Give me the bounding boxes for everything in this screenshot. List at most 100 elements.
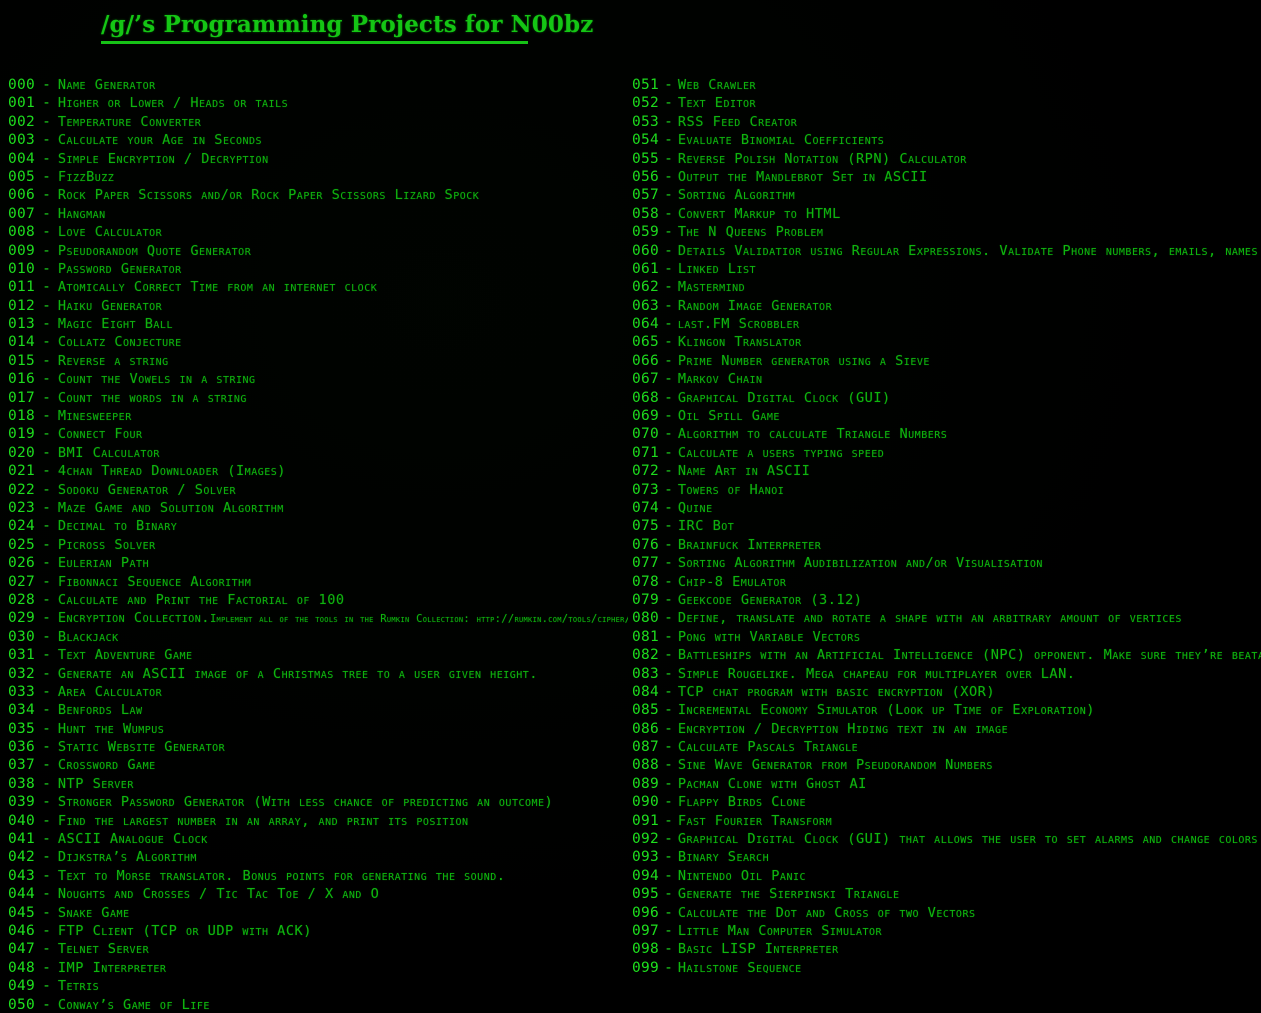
project-list-item[interactable]: 048- IMP Interpreter [8,958,628,976]
project-list-item[interactable]: 039- Stronger Password Generator (With le… [8,792,628,810]
project-list-item[interactable]: 080- Define, translate and rotate a shape… [632,608,1261,626]
project-list-item[interactable]: 000- Name Generator [8,75,628,93]
project-list-item[interactable]: 059- The N Queens Problem [632,222,1261,240]
project-list-item[interactable]: 002- Temperature Converter [8,112,628,130]
project-list-item[interactable]: 091- Fast Fourier Transform [632,811,1261,829]
project-list-item[interactable]: 049- Tetris [8,976,628,994]
project-list-item[interactable]: 083- Simple Rougelike. Mega chapeau for m… [632,664,1261,682]
project-list-item[interactable]: 035- Hunt the Wumpus [8,719,628,737]
project-list-item[interactable]: 032- Generate an ASCII image of a Christm… [8,664,628,682]
project-list-item[interactable]: 021-4chan Thread Downloader (Images) [8,461,628,479]
project-list-item[interactable]: 015- Reverse a string [8,351,628,369]
project-list-item[interactable]: 050- Conway’s Game of Life [8,995,628,1013]
project-list-item[interactable]: 067- Markov Chain [632,369,1261,387]
project-list-item[interactable]: 006- Rock Paper Scissors and/or Rock Pape… [8,185,628,203]
project-list-item[interactable]: 003- Calculate your Age in Seconds [8,130,628,148]
project-list-item[interactable]: 057- Sorting Algorithm [632,185,1261,203]
project-list-item[interactable]: 081- Pong with Variable Vectors [632,627,1261,645]
project-list-item[interactable]: 055- Reverse Polish Notation (RPN) Calcul… [632,149,1261,167]
project-list-item[interactable]: 014- Collatz Conjecture [8,332,628,350]
project-list-item[interactable]: 073- Towers of Hanoi [632,480,1261,498]
project-list-item[interactable]: 043- Text to Morse translator. Bonus poin… [8,866,628,884]
project-list-item[interactable]: 082- Battleships with an Artificial Intel… [632,645,1261,663]
project-list-item[interactable]: 019- Connect Four [8,424,628,442]
project-list-item[interactable]: 005- FizzBuzz [8,167,628,185]
project-list-item[interactable]: 044- Noughts and Crosses / Tic Tac Toe / … [8,884,628,902]
project-list-item[interactable]: 017- Count the words in a string [8,388,628,406]
project-list-item[interactable]: 078- Chip-8 Emulator [632,572,1261,590]
project-list-item[interactable]: 047- Telnet Server [8,939,628,957]
project-list-item[interactable]: 026- Eulerian Path [8,553,628,571]
project-list-item[interactable]: 012- Haiku Generator [8,296,628,314]
project-list-item[interactable]: 023- Maze Game and Solution Algorithm [8,498,628,516]
project-list-item[interactable]: 046- FTP Client (TCP or UDP with ACK) [8,921,628,939]
project-list-item[interactable]: 065- Klingon Translator [632,332,1261,350]
project-list-item[interactable]: 072- Name Art in ASCII [632,461,1261,479]
project-list-item[interactable]: 068- Graphical Digital Clock (GUI) [632,388,1261,406]
project-list-item[interactable]: 045- Snake Game [8,903,628,921]
project-list-item[interactable]: 042- Dijkstra’s Algorithm [8,847,628,865]
project-list-item[interactable]: 041- ASCII Analogue Clock [8,829,628,847]
project-list-item[interactable]: 095- Generate the Sierpinski Triangle [632,884,1261,902]
project-list-item[interactable]: 092- Graphical Digital Clock (GUI) that a… [632,829,1261,847]
project-list-item[interactable]: 077- Sorting Algorithm Audibilization and… [632,553,1261,571]
project-list-item[interactable]: 010- Password Generator [8,259,628,277]
project-list-item[interactable]: 076- Brainfuck Interpreter [632,535,1261,553]
project-list-item[interactable]: 093- Binary Search [632,847,1261,865]
project-list-item[interactable]: 004- Simple Encryption / Decryption [8,149,628,167]
project-list-item[interactable]: 096- Calculate the Dot and Cross of two V… [632,903,1261,921]
project-list-item[interactable]: 070- Algorithm to calculate Triangle Numb… [632,424,1261,442]
project-list-item[interactable]: 054- Evaluate Binomial Coefficients [632,130,1261,148]
project-list-item[interactable]: 027- Fibonnaci Sequence Algorithm [8,572,628,590]
project-list-item[interactable]: 013- Magic Eight Ball [8,314,628,332]
project-list-item[interactable]: 007- Hangman [8,204,628,222]
project-list-item[interactable]: 084- TCP chat program with basic encrypti… [632,682,1261,700]
project-list-item[interactable]: 064- last.FM Scrobbler [632,314,1261,332]
project-list-item[interactable]: 020- BMI Calculator [8,443,628,461]
project-list-item[interactable]: 085- Incremental Economy Simulator (Look … [632,700,1261,718]
project-list-item[interactable]: 051- Web Crawler [632,75,1261,93]
project-list-item[interactable]: 001- Higher or Lower / Heads or tails [8,93,628,111]
project-list-item[interactable]: 071- Calculate a users typing speed [632,443,1261,461]
project-list-item[interactable]: 009- Pseudorandom Quote Generator [8,241,628,259]
project-list-item[interactable]: 028- Calculate and Print the Factorial of… [8,590,628,608]
project-list-item[interactable]: 097- Little Man Computer Simulator [632,921,1261,939]
project-list-item[interactable]: 079- Geekcode Generator (3.12) [632,590,1261,608]
project-list-item[interactable]: 069- Oil Spill Game [632,406,1261,424]
project-list-item[interactable]: 090- Flappy Birds Clone [632,792,1261,810]
project-list-item[interactable]: 030- Blackjack [8,627,628,645]
project-list-item[interactable]: 036- Static Website Generator [8,737,628,755]
project-list-item[interactable]: 038- NTP Server [8,774,628,792]
project-list-item[interactable]: 063- Random Image Generator [632,296,1261,314]
project-list-item[interactable]: 098- Basic LISP Interpreter [632,939,1261,957]
project-list-item[interactable]: 025- Picross Solver [8,535,628,553]
project-list-item[interactable]: 056- Output the Mandlebrot Set in ASCII [632,167,1261,185]
project-list-item[interactable]: 040- Find the largest number in an array,… [8,811,628,829]
project-list-item[interactable]: 022- Sodoku Generator / Solver [8,480,628,498]
project-list-item[interactable]: 060- Details Validatior using Regular Exp… [632,241,1261,259]
project-list-item[interactable]: 011- Atomically Correct Time from an inte… [8,277,628,295]
project-list-item[interactable]: 029- Encryption Collection. Implement all… [8,608,628,626]
project-list-item[interactable]: 088- Sine Wave Generator from Pseudorando… [632,755,1261,773]
project-list-item[interactable]: 031- Text Adventure Game [8,645,628,663]
project-list-item[interactable]: 066- Prime Number generator using a Sieve [632,351,1261,369]
project-list-item[interactable]: 099- Hailstone Sequence [632,958,1261,976]
project-list-item[interactable]: 061- Linked List [632,259,1261,277]
project-list-item[interactable]: 052- Text Editor [632,93,1261,111]
project-list-item[interactable]: 008- Love Calculator [8,222,628,240]
project-list-item[interactable]: 074- Quine [632,498,1261,516]
project-list-item[interactable]: 018- Minesweeper [8,406,628,424]
project-list-item[interactable]: 087- Calculate Pascals Triangle [632,737,1261,755]
project-list-item[interactable]: 062- Mastermind [632,277,1261,295]
project-list-item[interactable]: 034- Benfords Law [8,700,628,718]
project-list-item[interactable]: 016- Count the Vowels in a string [8,369,628,387]
project-list-item[interactable]: 089- Pacman Clone with Ghost AI [632,774,1261,792]
project-list-item[interactable]: 033- Area Calculator [8,682,628,700]
project-list-item[interactable]: 037- Crossword Game [8,755,628,773]
project-list-item[interactable]: 058- Convert Markup to HTML [632,204,1261,222]
project-list-item[interactable]: 024- Decimal to Binary [8,516,628,534]
project-list-item[interactable]: 053- RSS Feed Creator [632,112,1261,130]
project-list-item[interactable]: 094- Nintendo Oil Panic [632,866,1261,884]
project-list-item[interactable]: 075- IRC Bot [632,516,1261,534]
project-list-item[interactable]: 086- Encryption / Decryption Hiding text … [632,719,1261,737]
